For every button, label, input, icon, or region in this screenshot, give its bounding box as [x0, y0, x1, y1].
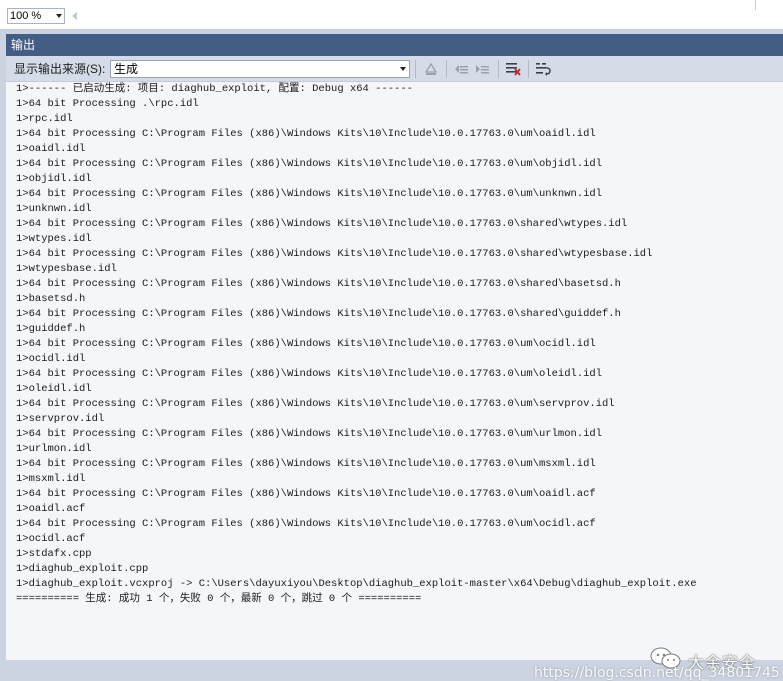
output-line: 1>64 bit Processing C:\Program Files (x8… — [16, 308, 621, 320]
chevron-down-icon — [56, 14, 62, 18]
output-line: 1>64 bit Processing C:\Program Files (x8… — [16, 368, 602, 380]
output-line: 1>------ 已启动生成: 项目: diaghub_exploit, 配置:… — [16, 83, 413, 95]
toolbar-separator — [446, 60, 447, 78]
output-source-value: 生成 — [114, 62, 139, 76]
clear-all-icon — [506, 63, 521, 76]
output-line: 1>oaidl.idl — [16, 143, 86, 155]
output-line: 1>64 bit Processing C:\Program Files (x8… — [16, 188, 602, 200]
pane-title: 输出 — [6, 34, 783, 56]
previous-message-icon — [455, 65, 468, 74]
output-line: 1>64 bit Processing C:\Program Files (x8… — [16, 458, 596, 470]
editor-strip: 100 % — [0, 0, 783, 30]
output-line: 1>wtypesbase.idl — [16, 263, 117, 275]
output-line: 1>64 bit Processing C:\Program Files (x8… — [16, 248, 653, 260]
output-line: 1>wtypes.idl — [16, 233, 92, 245]
output-line: 1>diaghub_exploit.vcxproj -> C:\Users\da… — [16, 578, 697, 590]
output-line: 1>servprov.idl — [16, 413, 105, 425]
output-line: 1>64 bit Processing C:\Program Files (x8… — [16, 218, 628, 230]
next-message-icon — [476, 65, 489, 74]
toolbar-separator — [528, 60, 529, 78]
find-message-button[interactable] — [422, 60, 440, 78]
scroll-left-icon[interactable] — [72, 12, 77, 20]
next-message-button[interactable] — [473, 60, 491, 78]
output-line: 1>guiddef.h — [16, 323, 86, 335]
output-line: 1>ocidl.acf — [16, 533, 86, 545]
zoom-value: 100 % — [10, 10, 42, 22]
watermark-url: https://blog.csdn.net/qq_34801745 — [534, 665, 780, 681]
divider — [755, 0, 756, 10]
output-line: 1>stdafx.cpp — [16, 548, 92, 560]
output-line: 1>64 bit Processing C:\Program Files (x8… — [16, 338, 596, 350]
find-message-icon — [424, 62, 438, 75]
output-text-area[interactable]: 1>------ 已启动生成: 项目: diaghub_exploit, 配置:… — [16, 82, 783, 660]
output-line: 1>64 bit Processing C:\Program Files (x8… — [16, 398, 615, 410]
output-line: 1>unknwn.idl — [16, 203, 92, 215]
previous-message-button[interactable] — [452, 60, 470, 78]
source-label: 显示输出来源(S): — [14, 62, 106, 76]
output-source-select[interactable]: 生成 — [110, 60, 410, 78]
toolbar-separator — [498, 60, 499, 78]
output-line: 1>objidl.idl — [16, 173, 92, 185]
output-line: 1>64 bit Processing C:\Program Files (x8… — [16, 428, 602, 440]
output-line: 1>64 bit Processing C:\Program Files (x8… — [16, 158, 602, 170]
clear-all-button[interactable] — [504, 60, 522, 78]
output-line: 1>oaidl.acf — [16, 503, 86, 515]
output-line: 1>diaghub_exploit.cpp — [16, 563, 149, 575]
toolbar-separator — [415, 60, 416, 78]
word-wrap-icon — [536, 63, 551, 76]
zoom-dropdown[interactable]: 100 % — [7, 8, 65, 24]
output-line: 1>64 bit Processing C:\Program Files (x8… — [16, 488, 596, 500]
output-line: ========== 生成: 成功 1 个，失败 0 个，最新 0 个，跳过 0… — [16, 593, 422, 605]
output-line: 1>msxml.idl — [16, 473, 86, 485]
output-line: 1>basetsd.h — [16, 293, 86, 305]
output-line: 1>64 bit Processing C:\Program Files (x8… — [16, 278, 621, 290]
output-line: 1>64 bit Processing .\rpc.idl — [16, 98, 199, 110]
output-toolbar: 显示输出来源(S): 生成 — [6, 56, 783, 82]
chevron-down-icon — [400, 67, 406, 71]
output-line: 1>64 bit Processing C:\Program Files (x8… — [16, 518, 596, 530]
word-wrap-button[interactable] — [534, 60, 552, 78]
output-pane: 输出 显示输出来源(S): 生成 1>------ 已启动生成: 项目: dia… — [6, 34, 783, 681]
output-line: 1>urlmon.idl — [16, 443, 92, 455]
output-line: 1>64 bit Processing C:\Program Files (x8… — [16, 128, 596, 140]
output-line: 1>oleidl.idl — [16, 383, 92, 395]
output-line: 1>rpc.idl — [16, 113, 73, 125]
output-line: 1>ocidl.idl — [16, 353, 86, 365]
